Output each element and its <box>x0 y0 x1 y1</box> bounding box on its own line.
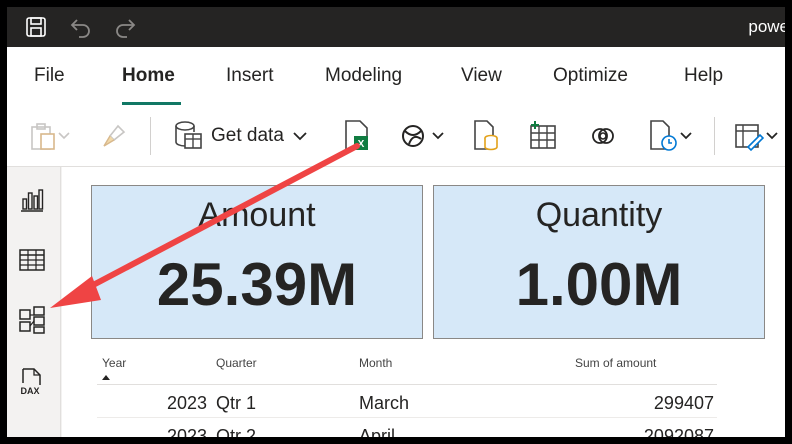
model-view-icon[interactable] <box>17 305 47 335</box>
card-value: 1.00M <box>515 251 683 318</box>
chevron-down-icon <box>766 132 778 140</box>
tab-help[interactable]: Help <box>684 65 723 87</box>
tab-view[interactable]: View <box>461 65 502 87</box>
data-hub-icon <box>402 125 424 147</box>
report-canvas: Amount 25.39M Quantity 1.00M Year Quarte… <box>62 167 785 437</box>
cell-quarter: Qtr 2 <box>216 426 257 437</box>
view-rail: DAX <box>7 167 61 437</box>
cell-quarter: Qtr 1 <box>216 393 257 413</box>
save-icon[interactable] <box>24 15 48 39</box>
recent-sources-button[interactable] <box>647 119 693 153</box>
report-view-icon[interactable] <box>17 185 47 215</box>
excel-workbook-button[interactable]: X <box>343 119 371 153</box>
tab-modeling[interactable]: Modeling <box>325 65 402 87</box>
tab-insert[interactable]: Insert <box>226 65 274 87</box>
table-view-icon[interactable] <box>17 245 47 275</box>
cell-year: 2023 <box>166 393 207 413</box>
chevron-down-icon <box>680 132 692 140</box>
sort-ascending-icon <box>102 375 110 380</box>
row-divider <box>97 417 717 418</box>
dax-document-icon: DAX <box>20 368 41 396</box>
cell-month: April <box>359 426 396 437</box>
excel-icon: X <box>345 120 368 150</box>
column-header-month[interactable]: Month <box>359 356 392 370</box>
paste-icon <box>31 123 55 150</box>
sql-server-button[interactable] <box>471 119 501 153</box>
tab-home[interactable]: Home <box>122 65 175 87</box>
column-header-year[interactable]: Year <box>102 356 126 370</box>
column-header-sum-of-amount[interactable]: Sum of amount <box>575 356 656 370</box>
dax-label: DAX <box>20 386 39 396</box>
tab-optimize[interactable]: Optimize <box>553 65 628 87</box>
chevron-down-icon <box>293 132 307 141</box>
cell-year: 2023 <box>166 426 207 437</box>
amount-card[interactable]: Amount 25.39M <box>91 185 423 339</box>
document-database-icon <box>474 120 498 151</box>
app-window: powe File Home Insert Modeling View Opti… <box>7 7 785 437</box>
column-header-quarter[interactable]: Quarter <box>216 356 257 370</box>
get-data-button[interactable]: Get data <box>173 119 308 153</box>
ribbon: Get data X <box>7 105 785 167</box>
format-painter-icon <box>103 124 126 147</box>
card-value: 25.39M <box>156 251 358 318</box>
recent-sources-icon <box>650 120 677 151</box>
ribbon-separator <box>714 117 715 155</box>
title-bar: powe <box>7 7 785 47</box>
transform-data-button[interactable] <box>733 119 779 153</box>
card-label: Amount <box>198 196 316 234</box>
database-table-icon <box>175 121 202 149</box>
tab-file[interactable]: File <box>34 65 65 87</box>
chevron-down-icon <box>432 132 444 140</box>
cell-month: March <box>359 393 410 413</box>
ribbon-separator <box>150 117 151 155</box>
header-divider <box>97 384 717 385</box>
svg-text:X: X <box>358 139 365 150</box>
cell-amount: 299407 <box>653 393 714 413</box>
dataverse-icon <box>592 128 614 144</box>
format-painter-button[interactable] <box>100 119 128 153</box>
dataverse-button[interactable] <box>587 119 619 153</box>
chevron-down-icon <box>58 132 70 140</box>
dax-query-view-icon[interactable]: DAX <box>17 367 47 397</box>
enter-data-button[interactable] <box>527 119 559 153</box>
window-title: powe <box>748 17 785 36</box>
onelake-data-hub-button[interactable] <box>399 119 445 153</box>
cell-amount: 2092087 <box>643 426 714 437</box>
get-data-label: Get data <box>211 125 284 146</box>
menu-bar: File Home Insert Modeling View Optimize … <box>7 47 785 105</box>
quantity-card[interactable]: Quantity 1.00M <box>433 185 765 339</box>
paste-button[interactable] <box>29 119 71 153</box>
transform-data-icon <box>735 124 765 152</box>
card-label: Quantity <box>535 196 663 234</box>
redo-icon[interactable] <box>113 15 137 39</box>
enter-data-table-icon <box>530 121 556 149</box>
undo-icon[interactable] <box>69 15 93 39</box>
